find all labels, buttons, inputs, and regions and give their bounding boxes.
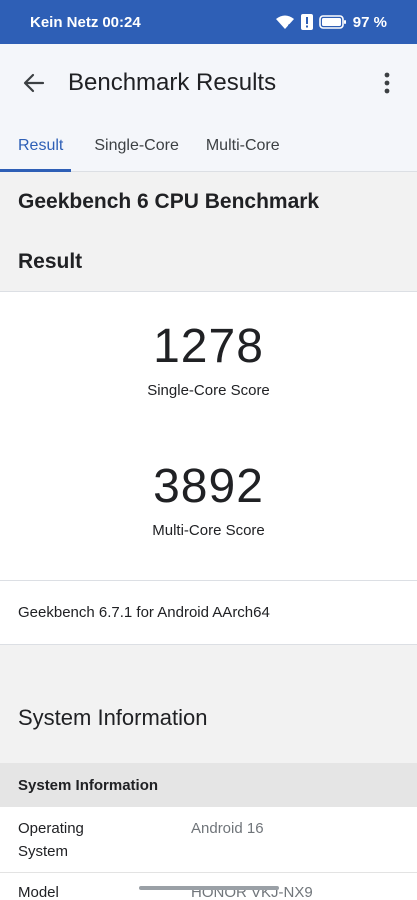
overflow-menu-icon [384,72,390,94]
single-core-label: Single-Core Score [147,382,270,399]
wifi-icon [275,14,295,30]
benchmark-title: Geekbench 6 CPU Benchmark [18,190,320,213]
version-row: Geekbench 6.7.1 for Android AArch64 [0,581,417,645]
info-key: Operating System [18,820,84,860]
info-key: Model [18,884,59,900]
status-right: 97 % [275,14,387,31]
tab-label: Multi-Core [205,137,280,154]
back-button[interactable] [18,67,50,99]
clock-text: 00:24 [102,13,141,31]
status-bar: Kein Netz 00:24 97 % [0,0,417,44]
tab-multi-core[interactable]: Multi-Core [206,122,280,172]
single-core-score-block[interactable]: 1278 Single-Core Score [0,292,417,438]
battery-icon [318,14,347,30]
version-text: Geekbench 6.7.1 for Android AArch64 [18,604,270,621]
single-core-score: 1278 [153,320,264,373]
info-row-operating-system: Operating System Android 16 [0,807,417,873]
tab-label: Single-Core [94,137,179,154]
tab-single-core[interactable]: Single-Core [94,122,178,172]
home-indicator[interactable] [139,886,279,890]
alert-icon [300,14,313,30]
multi-core-label: Multi-Core Score [152,522,265,539]
page-title: Benchmark Results [68,69,277,96]
system-information-table-header: System Information [0,763,417,807]
tab-label: Result [18,137,64,154]
carrier-text: Kein Netz [30,13,99,31]
info-value: Android 16 [191,820,264,837]
score-card: 1278 Single-Core Score 3892 Multi-Core S… [0,292,417,581]
benchmark-header: Geekbench 6 CPU Benchmark [0,172,417,232]
tab-indicator [0,169,72,172]
overflow-menu-button[interactable] [371,67,403,99]
multi-core-score: 3892 [153,460,264,513]
result-header: Result [0,232,417,292]
battery-percent: 97 % [352,13,387,31]
screen: Kein Netz 00:24 97 % Benchmark Results R… [0,0,417,900]
multi-core-score-block[interactable]: 3892 Multi-Core Score [0,438,417,580]
tab-bar: Result Single-Core Multi-Core [0,122,417,172]
back-arrow-icon [23,73,45,93]
app-bar: Benchmark Results [0,44,417,122]
info-value: HONOR VKJ-NX9 [191,884,313,900]
system-information-heading: System Information [0,673,417,763]
status-left: Kein Netz 00:24 [30,14,141,31]
result-heading: Result [0,232,417,292]
tab-result[interactable]: Result [0,122,72,172]
